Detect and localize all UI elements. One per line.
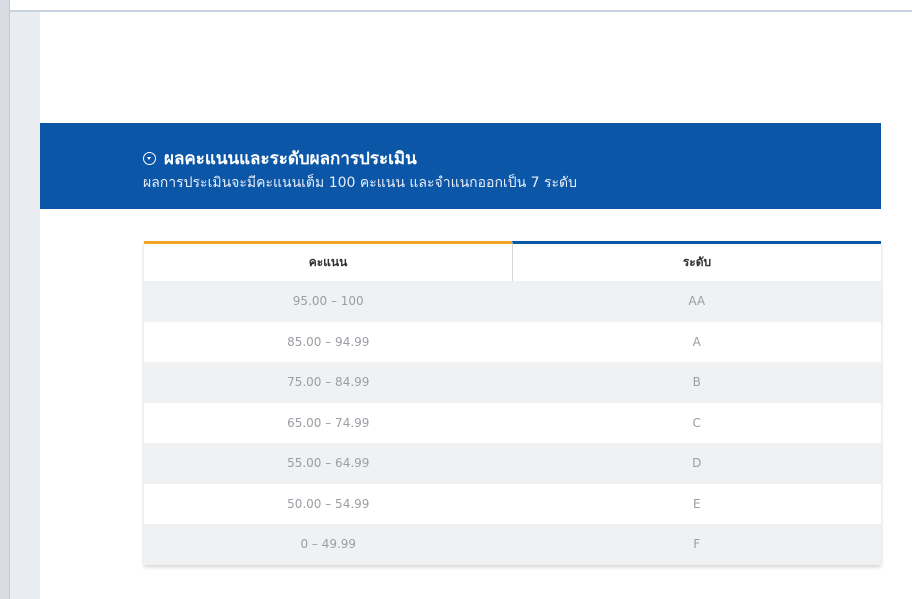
score-range: 65.00 – 74.99 [287, 415, 370, 430]
grade-level: A [692, 334, 701, 349]
left-gutter [0, 0, 10, 599]
section-banner: ผลคะแนนและระดับผลการประเมิน ผลการประเมิน… [40, 123, 881, 209]
grade-level: F [693, 537, 701, 552]
grade-level: E [692, 496, 701, 511]
grade-table: คะแนน ระดับ 95.00 – 100 AA 85.00 – 94.99… [144, 241, 881, 565]
table-row: 95.00 – 100 AA [144, 281, 881, 322]
grade-level: C [692, 415, 701, 430]
score-range: 50.00 – 54.99 [287, 496, 370, 511]
section-title: ผลคะแนนและระดับผลการประเมิน [164, 149, 417, 169]
top-rule [10, 10, 912, 12]
score-range: 55.00 – 64.99 [287, 456, 370, 471]
page: ผลคะแนนและระดับผลการประเมิน ผลการประเมิน… [0, 0, 912, 599]
table-row: 85.00 – 94.99 A [144, 321, 881, 362]
grade-level: B [692, 375, 701, 390]
score-range: 75.00 – 84.99 [287, 375, 370, 390]
header-grade: ระดับ [512, 241, 881, 281]
table-row: 75.00 – 84.99 B [144, 362, 881, 403]
table-body: 95.00 – 100 AA 85.00 – 94.99 A 75.00 – 8… [144, 281, 881, 565]
score-range: 85.00 – 94.99 [287, 334, 370, 349]
grade-level: AA [688, 294, 706, 309]
table-row: 50.00 – 54.99 E [144, 483, 881, 524]
score-range: 95.00 – 100 [292, 294, 364, 309]
grade-level: D [692, 456, 702, 471]
chevron-circle-down-icon [143, 152, 156, 165]
table-row: 55.00 – 64.99 D [144, 443, 881, 484]
inner-gutter [10, 12, 40, 599]
section-subtitle: ผลการประเมินจะมีคะแนนเต็ม 100 คะแนน และจ… [143, 175, 577, 191]
table-row: 0 – 49.99 F [144, 524, 881, 565]
header-score: คะแนน [144, 241, 512, 281]
section-title-row: ผลคะแนนและระดับผลการประเมิน [143, 145, 417, 172]
table-header: คะแนน ระดับ [144, 241, 881, 281]
score-range: 0 – 49.99 [300, 537, 357, 552]
table-row: 65.00 – 74.99 C [144, 402, 881, 443]
